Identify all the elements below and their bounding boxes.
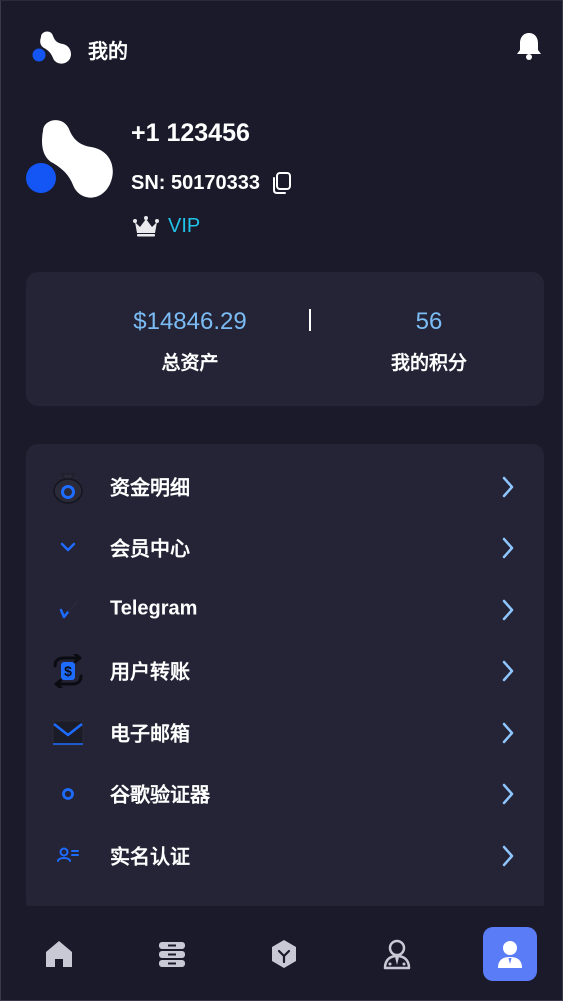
assets-card: $14846.29 总资产 56 我的积分 bbox=[26, 272, 544, 406]
nav-cube[interactable] bbox=[257, 927, 311, 981]
mail-icon bbox=[52, 720, 84, 746]
nav-server[interactable] bbox=[145, 927, 199, 981]
nav-profile[interactable] bbox=[483, 927, 537, 981]
money-bag-icon bbox=[53, 473, 83, 504]
bell-icon[interactable] bbox=[515, 31, 543, 61]
agent-icon bbox=[383, 939, 411, 970]
menu-item-real-name[interactable]: 实名认证 bbox=[26, 825, 544, 885]
menu-item-user-transfer[interactable]: $ 用户转账 bbox=[26, 640, 544, 700]
chevron-right-icon bbox=[502, 476, 514, 498]
points-label: 我的积分 bbox=[390, 353, 467, 374]
vip-label: VIP bbox=[168, 214, 201, 237]
transfer-icon: $ bbox=[53, 654, 83, 688]
my-points[interactable]: 56 我的积分 bbox=[329, 308, 529, 375]
page-title: 我的 bbox=[88, 41, 128, 63]
telegram-icon bbox=[59, 600, 79, 619]
crown-icon bbox=[133, 216, 159, 237]
avatar bbox=[26, 120, 113, 198]
menu-item-fund-details[interactable]: 资金明细 bbox=[26, 456, 544, 516]
menu-item-telegram[interactable]: Telegram bbox=[26, 579, 544, 639]
chevron-right-icon bbox=[502, 660, 514, 682]
serial-number: SN: 50170333 bbox=[131, 171, 260, 194]
home-icon bbox=[46, 941, 72, 967]
menu-list: 资金明细 会员中心 Telegram $ 用户转账 电子邮箱 谷歌验证器 实名认… bbox=[26, 444, 544, 914]
svg-text:$: $ bbox=[64, 663, 72, 679]
app-frame: 我的 +1 123456 SN: 50170333 VIP $14846.29 bbox=[0, 0, 563, 1001]
menu-item-label: 谷歌验证器 bbox=[110, 784, 210, 807]
menu-item-label: 资金明细 bbox=[110, 477, 190, 500]
menu-item-label: 会员中心 bbox=[110, 538, 190, 561]
bottom-nav bbox=[1, 906, 562, 1000]
points-value: 56 bbox=[415, 308, 443, 335]
cube-icon bbox=[272, 940, 296, 968]
total-assets-label: 总资产 bbox=[161, 353, 219, 374]
menu-item-email[interactable]: 电子邮箱 bbox=[26, 702, 544, 762]
id-card-icon bbox=[57, 847, 79, 862]
chevron-right-icon bbox=[502, 537, 514, 559]
copy-icon[interactable] bbox=[270, 171, 292, 195]
chevron-right-icon bbox=[502, 599, 514, 621]
chevron-right-icon bbox=[502, 783, 514, 805]
menu-item-label: 用户转账 bbox=[110, 661, 190, 684]
authenticator-icon bbox=[62, 788, 74, 800]
nav-agent[interactable] bbox=[370, 927, 424, 981]
chevron-right-icon bbox=[502, 722, 514, 744]
menu-item-member-center[interactable]: 会员中心 bbox=[26, 517, 544, 577]
total-assets[interactable]: $14846.29 总资产 bbox=[90, 308, 290, 375]
serial-number-row: SN: 50170333 bbox=[131, 171, 292, 195]
app-logo-icon bbox=[32, 31, 71, 64]
nav-home[interactable] bbox=[32, 927, 86, 981]
menu-item-label: Telegram bbox=[110, 597, 198, 620]
menu-item-google-authenticator[interactable]: 谷歌验证器 bbox=[26, 763, 544, 823]
stats-divider bbox=[309, 309, 311, 331]
user-icon bbox=[498, 941, 522, 968]
user-phone: +1 123456 bbox=[131, 119, 250, 147]
total-assets-value: $14846.29 bbox=[133, 308, 247, 335]
header: 我的 bbox=[1, 1, 562, 93]
vip-badge: VIP bbox=[132, 214, 200, 238]
chevron-right-icon bbox=[502, 845, 514, 867]
server-icon bbox=[159, 942, 185, 967]
menu-item-label: 电子邮箱 bbox=[110, 723, 190, 746]
menu-item-label: 实名认证 bbox=[110, 846, 190, 869]
chevron-badge-icon bbox=[60, 542, 76, 552]
